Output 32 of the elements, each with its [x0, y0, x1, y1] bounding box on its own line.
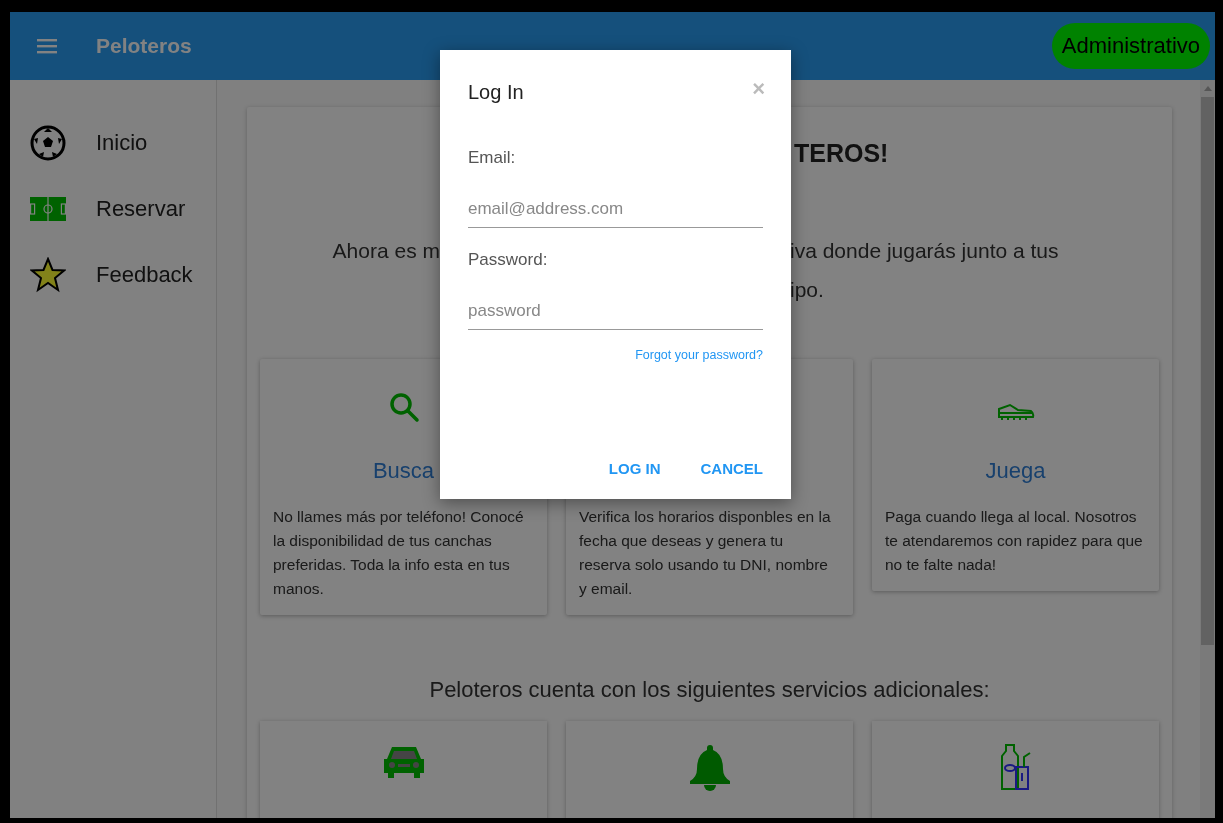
search-icon	[387, 391, 420, 423]
scrollbar-thumb[interactable]	[1201, 97, 1214, 645]
scroll-up-icon[interactable]	[1203, 86, 1212, 91]
field-label: Password:	[468, 250, 549, 270]
role-badge[interactable]: Administrativo	[1051, 23, 1210, 69]
sidebar-item[interactable]: Inicio	[10, 110, 216, 176]
bell-icon	[687, 743, 732, 791]
login-button[interactable]: LOG IN	[608, 460, 661, 477]
soccer-ball-icon	[30, 125, 66, 161]
sidebar-item[interactable]: Reservar	[10, 176, 216, 242]
feature-text: Paga cuando llega al local. Nosotros te atendaremos con rapidez para que no te falte nada!	[885, 507, 1143, 575]
intro-text: Ahora es m	[331, 238, 440, 264]
feature-title: Juega	[985, 458, 1046, 484]
feature-title: Busca	[372, 458, 435, 484]
scrollbar[interactable]	[1200, 80, 1215, 818]
feature-text: No llames más por teléfono! Conocé la disponibilidad de tus canchas preferidas. Toda la info esta en tus manos.	[273, 507, 525, 599]
sidebar-item[interactable]: Feedback	[10, 242, 216, 308]
welcome-heading: TEROS!	[794, 138, 890, 169]
services-heading: Peloteros cuenta con los siguientes servicios adicionales:	[428, 677, 991, 703]
menu-icon[interactable]	[37, 38, 57, 54]
shoe-icon	[995, 401, 1036, 423]
intro-text: iva donde jugarás junto a tus	[790, 238, 1060, 264]
field-label: Email:	[468, 148, 517, 168]
close-button[interactable]: ×	[752, 78, 765, 100]
feature-text: Verifica los horarios disponbles en la fecha que deseas y genera tu reserva solo usando tu DNI, nombre y email.	[579, 507, 832, 599]
soccer-field-icon	[30, 197, 66, 221]
cancel-button[interactable]: CANCEL	[700, 460, 763, 477]
app-title[interactable]: Peloteros	[96, 34, 192, 58]
dialog-title: Log In	[468, 80, 524, 105]
star-icon	[30, 257, 66, 293]
intro-text: ipo.	[790, 277, 825, 303]
forgot-password-link[interactable]: Forgot your password?	[635, 348, 763, 362]
